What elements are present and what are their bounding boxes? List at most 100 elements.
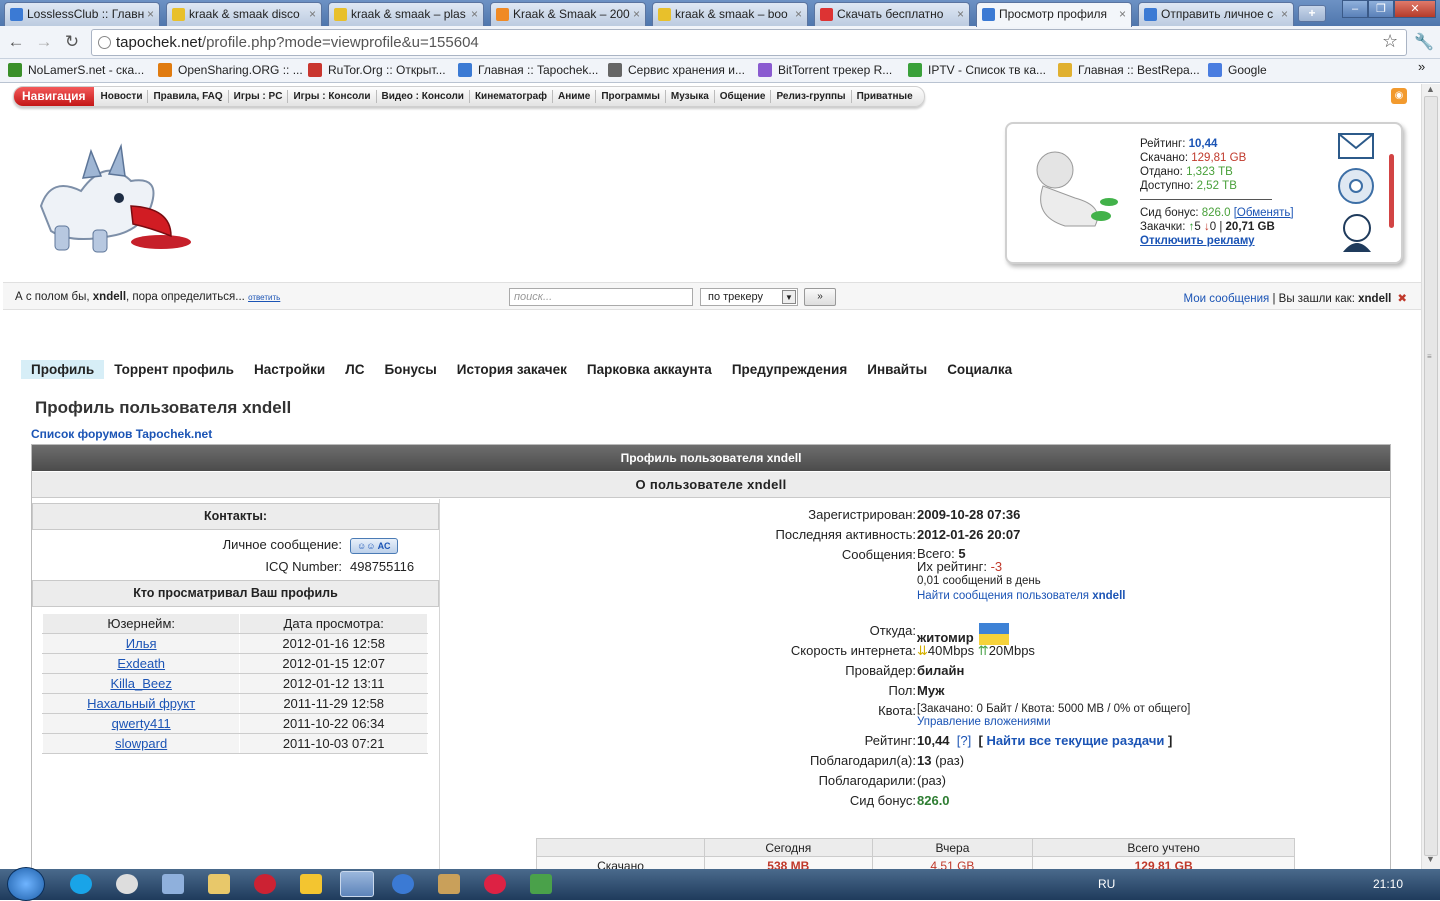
browser-tab[interactable]: LosslessClub :: Главн × [4, 2, 160, 26]
profile-tab[interactable]: Настройки [244, 360, 335, 379]
nav-lead[interactable]: Навигация [14, 87, 94, 106]
profile-tab[interactable]: История закачек [447, 360, 577, 379]
bookmark-item[interactable]: Google [1208, 62, 1267, 78]
my-messages-link[interactable]: Мои сообщения [1184, 293, 1270, 305]
address-bar[interactable]: tapochek.net/profile.php?mode=viewprofil… [91, 29, 1407, 56]
close-tab-icon[interactable]: × [957, 3, 964, 25]
browser-tab[interactable]: kraak & smaak – boo × [652, 2, 808, 26]
bookmark-item[interactable]: IPTV - Список тв ка... [908, 62, 1046, 78]
bookmark-item[interactable]: NoLamerS.net - ска... [8, 62, 144, 78]
settings-gear-icon[interactable] [1338, 168, 1374, 204]
exchange-link[interactable]: [Обменять] [1234, 207, 1294, 219]
close-tab-icon[interactable]: × [309, 3, 316, 25]
close-tab-icon[interactable]: × [633, 3, 640, 25]
site-nav-item[interactable]: Программы [596, 90, 666, 103]
logout-icon[interactable]: ✖ [1397, 293, 1407, 305]
site-nav-item[interactable]: Игры : PC [229, 90, 289, 103]
site-nav-item[interactable]: Релиз-группы [771, 90, 852, 103]
site-nav-item[interactable]: Музыка [666, 90, 715, 103]
profile-icon[interactable] [1343, 214, 1371, 252]
scroll-down-icon[interactable]: ▼ [1426, 854, 1435, 864]
maximize-button[interactable]: ❐ [1368, 0, 1394, 18]
attachments-link[interactable]: Управление вложениями [917, 716, 1051, 728]
browser-tab[interactable]: kraak & smaak disco × [166, 2, 322, 26]
browser-tab[interactable]: Отправить личное с × [1138, 2, 1294, 26]
site-nav-item[interactable]: Приватные [852, 90, 918, 103]
minimize-button[interactable]: – [1342, 0, 1368, 18]
wrench-menu-icon[interactable]: 🔧 [1414, 32, 1434, 52]
site-nav-item[interactable]: Кинематограф [470, 90, 553, 103]
media-player-icon[interactable] [254, 874, 276, 894]
start-button[interactable] [7, 867, 45, 901]
ie-icon[interactable] [392, 874, 414, 894]
profile-tab[interactable]: Профиль [21, 360, 105, 379]
user-panel-scrollbar[interactable] [1389, 154, 1394, 228]
reload-icon[interactable]: ↻ [62, 32, 82, 52]
bookmark-item[interactable]: OpenSharing.ORG :: ... [158, 62, 303, 78]
bookmark-item[interactable]: BitTorrent трекер R... [758, 62, 892, 78]
bookmark-item[interactable]: RuTor.Org :: Открыт... [308, 62, 446, 78]
skype-icon[interactable] [70, 874, 92, 894]
tray-lang[interactable]: RU [1098, 877, 1115, 891]
site-nav-item[interactable]: Правила, FAQ [148, 90, 229, 103]
browser-tab[interactable]: Kraak & Smaak – 200 × [490, 2, 646, 26]
profile-tab[interactable]: Парковка аккаунта [577, 360, 722, 379]
bookmark-item[interactable]: Сервис хранения и... [608, 62, 745, 78]
network-icon[interactable] [162, 874, 184, 894]
viewer-link[interactable]: Killa_Beez [110, 676, 171, 691]
search-scope-select[interactable]: по трекеру ▼ [700, 288, 798, 306]
close-tab-icon[interactable]: × [1281, 3, 1288, 25]
profile-tab[interactable]: Инвайты [857, 360, 937, 379]
close-tab-icon[interactable]: × [1119, 3, 1126, 25]
browser-tab[interactable]: kraak & smaak – plas × [328, 2, 484, 26]
search-input[interactable]: поиск... [509, 288, 693, 306]
find-posts-link[interactable]: Найти сообщения пользователя xndell [917, 590, 1125, 602]
browser-tab[interactable]: Скачать бесплатно × [814, 2, 970, 26]
paint-icon[interactable] [438, 874, 460, 894]
scrollbar-thumb[interactable] [1424, 96, 1438, 856]
viewer-link[interactable]: Exdeath [117, 656, 165, 671]
opera-icon[interactable] [484, 874, 506, 894]
viewer-link[interactable]: qwerty411 [112, 716, 171, 731]
site-nav-item[interactable]: Новости [96, 90, 149, 103]
disable-ads-link[interactable]: Отключить рекламу [1140, 235, 1255, 247]
viewer-link[interactable]: Нахальный фрукт [87, 696, 195, 711]
all-releases-link[interactable]: Найти все текущие раздачи [986, 733, 1164, 748]
site-nav-item[interactable]: Аниме [553, 90, 597, 103]
bookmark-item[interactable]: Главная :: BestRepa... [1058, 62, 1200, 78]
search-button[interactable]: » [804, 288, 836, 306]
profile-tab[interactable]: Торрент профиль [104, 360, 244, 379]
viewer-link[interactable]: slowpard [115, 736, 167, 751]
scroll-up-icon[interactable]: ▲ [1426, 84, 1435, 94]
new-tab-button[interactable]: + [1298, 5, 1326, 22]
close-tab-icon[interactable]: × [147, 3, 154, 25]
bookmarks-overflow-icon[interactable]: » [1418, 59, 1425, 74]
profile-tab[interactable]: Предупреждения [722, 360, 857, 379]
browser-tab[interactable]: Просмотр профиля × [976, 2, 1132, 27]
mail-icon[interactable] [1338, 133, 1374, 159]
page-scrollbar[interactable]: ▲ ≡ ▼ [1421, 84, 1440, 869]
back-icon[interactable]: ← [6, 32, 26, 52]
close-tab-icon[interactable]: × [795, 3, 802, 25]
clock[interactable]: 21:10 [1373, 877, 1403, 891]
site-nav-item[interactable]: Видео : Консоли [377, 90, 470, 103]
rss-icon[interactable]: ◉ [1391, 88, 1407, 104]
profile-tab[interactable]: Бонусы [374, 360, 446, 379]
chrome-icon[interactable] [340, 871, 374, 897]
forward-icon[interactable]: → [34, 32, 54, 52]
site-nav-item[interactable]: Общение [715, 90, 772, 103]
folder-icon[interactable] [208, 874, 230, 894]
forum-index-link[interactable]: Список форумов Tapochek.net [31, 427, 212, 441]
bookmark-star-icon[interactable]: ☆ [1382, 31, 1398, 52]
utility-icon[interactable] [530, 874, 552, 894]
site-nav-item[interactable]: Игры : Консоли [288, 90, 377, 103]
close-window-button[interactable]: ✕ [1394, 0, 1436, 18]
bookmark-item[interactable]: Главная :: Tapochek... [458, 62, 598, 78]
rating-help-link[interactable]: [?] [957, 733, 971, 748]
close-tab-icon[interactable]: × [471, 3, 478, 25]
profile-tab[interactable]: ЛС [335, 360, 374, 379]
app-icon[interactable] [116, 874, 138, 894]
profile-tab[interactable]: Социалка [937, 360, 1022, 379]
pm-button[interactable]: ☺☺ AC [350, 538, 398, 554]
answer-link[interactable]: ответить [248, 293, 280, 302]
